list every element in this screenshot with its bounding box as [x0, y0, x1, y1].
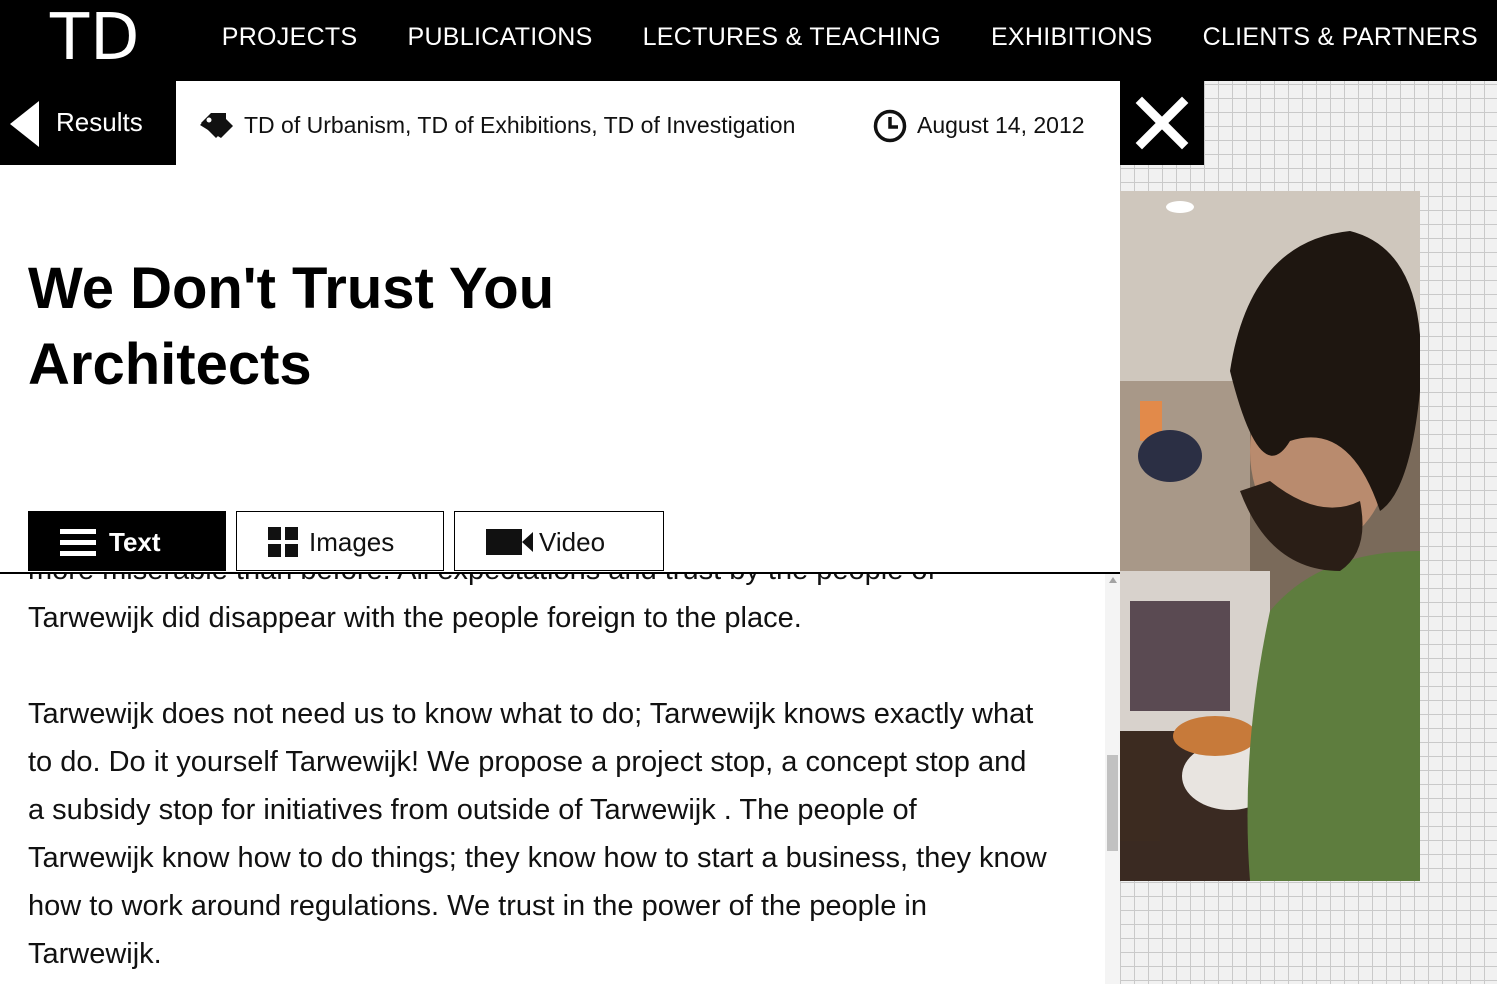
- nav-lectures-teaching[interactable]: LECTURES & TEACHING: [643, 23, 941, 52]
- article-meta-bar: TD of Urbanism, TD of Exhibitions, TD of…: [176, 81, 1120, 165]
- tab-images-label: Images: [309, 527, 395, 557]
- scrollbar-thumb[interactable]: [1107, 755, 1118, 851]
- article-panel: We Don't Trust You Architects Text Image…: [0, 165, 1120, 984]
- category-tags[interactable]: TD of Urbanism, TD of Exhibitions, TD of…: [244, 112, 795, 139]
- list-icon: [60, 529, 96, 556]
- article-photo: [1120, 191, 1420, 881]
- article-title-line-2: Architects: [28, 332, 312, 397]
- top-navigation-bar: TD PROJECTS PUBLICATIONS LECTURES & TEAC…: [0, 0, 1497, 81]
- nav-projects[interactable]: PROJECTS: [222, 23, 358, 52]
- video-camera-icon: [486, 529, 533, 555]
- nav-exhibitions[interactable]: EXHIBITIONS: [991, 23, 1153, 52]
- article-body-scroll-area[interactable]: more miserable than before. All expectat…: [0, 574, 1105, 984]
- nav-clients-partners[interactable]: CLIENTS & PARTNERS: [1203, 23, 1478, 52]
- tab-images[interactable]: Images: [236, 511, 444, 571]
- nav-publications[interactable]: PUBLICATIONS: [407, 23, 592, 52]
- scrollbar[interactable]: [1105, 574, 1120, 984]
- article-title-line-1: We Don't Trust You: [28, 256, 555, 321]
- article-paragraph: more miserable than before. All expectat…: [28, 574, 936, 634]
- main-nav: PROJECTS PUBLICATIONS LECTURES & TEACHIN…: [222, 0, 1478, 74]
- tab-text-label: Text: [109, 527, 161, 557]
- grid-icon: [268, 527, 298, 557]
- site-logo[interactable]: TD: [50, 2, 140, 74]
- article-paragraph: Tarwewijk does not need us to know what …: [28, 698, 1047, 970]
- tab-text[interactable]: Text: [28, 511, 226, 571]
- back-button-label: Results: [56, 107, 143, 137]
- article-title: We Don't Trust You Architects: [28, 251, 728, 403]
- back-to-results-button[interactable]: Results: [0, 81, 176, 165]
- back-arrow-icon: [10, 101, 39, 147]
- close-button[interactable]: [1120, 81, 1204, 165]
- article-body: more miserable than before. All expectat…: [28, 574, 1048, 984]
- tab-video[interactable]: Video: [454, 511, 664, 571]
- scroll-up-arrow-icon[interactable]: [1109, 577, 1117, 583]
- tab-video-label: Video: [539, 527, 606, 557]
- clock-icon: [873, 109, 907, 143]
- close-icon: [1135, 96, 1189, 150]
- publish-date: August 14, 2012: [917, 112, 1085, 138]
- tag-icon: [200, 113, 233, 138]
